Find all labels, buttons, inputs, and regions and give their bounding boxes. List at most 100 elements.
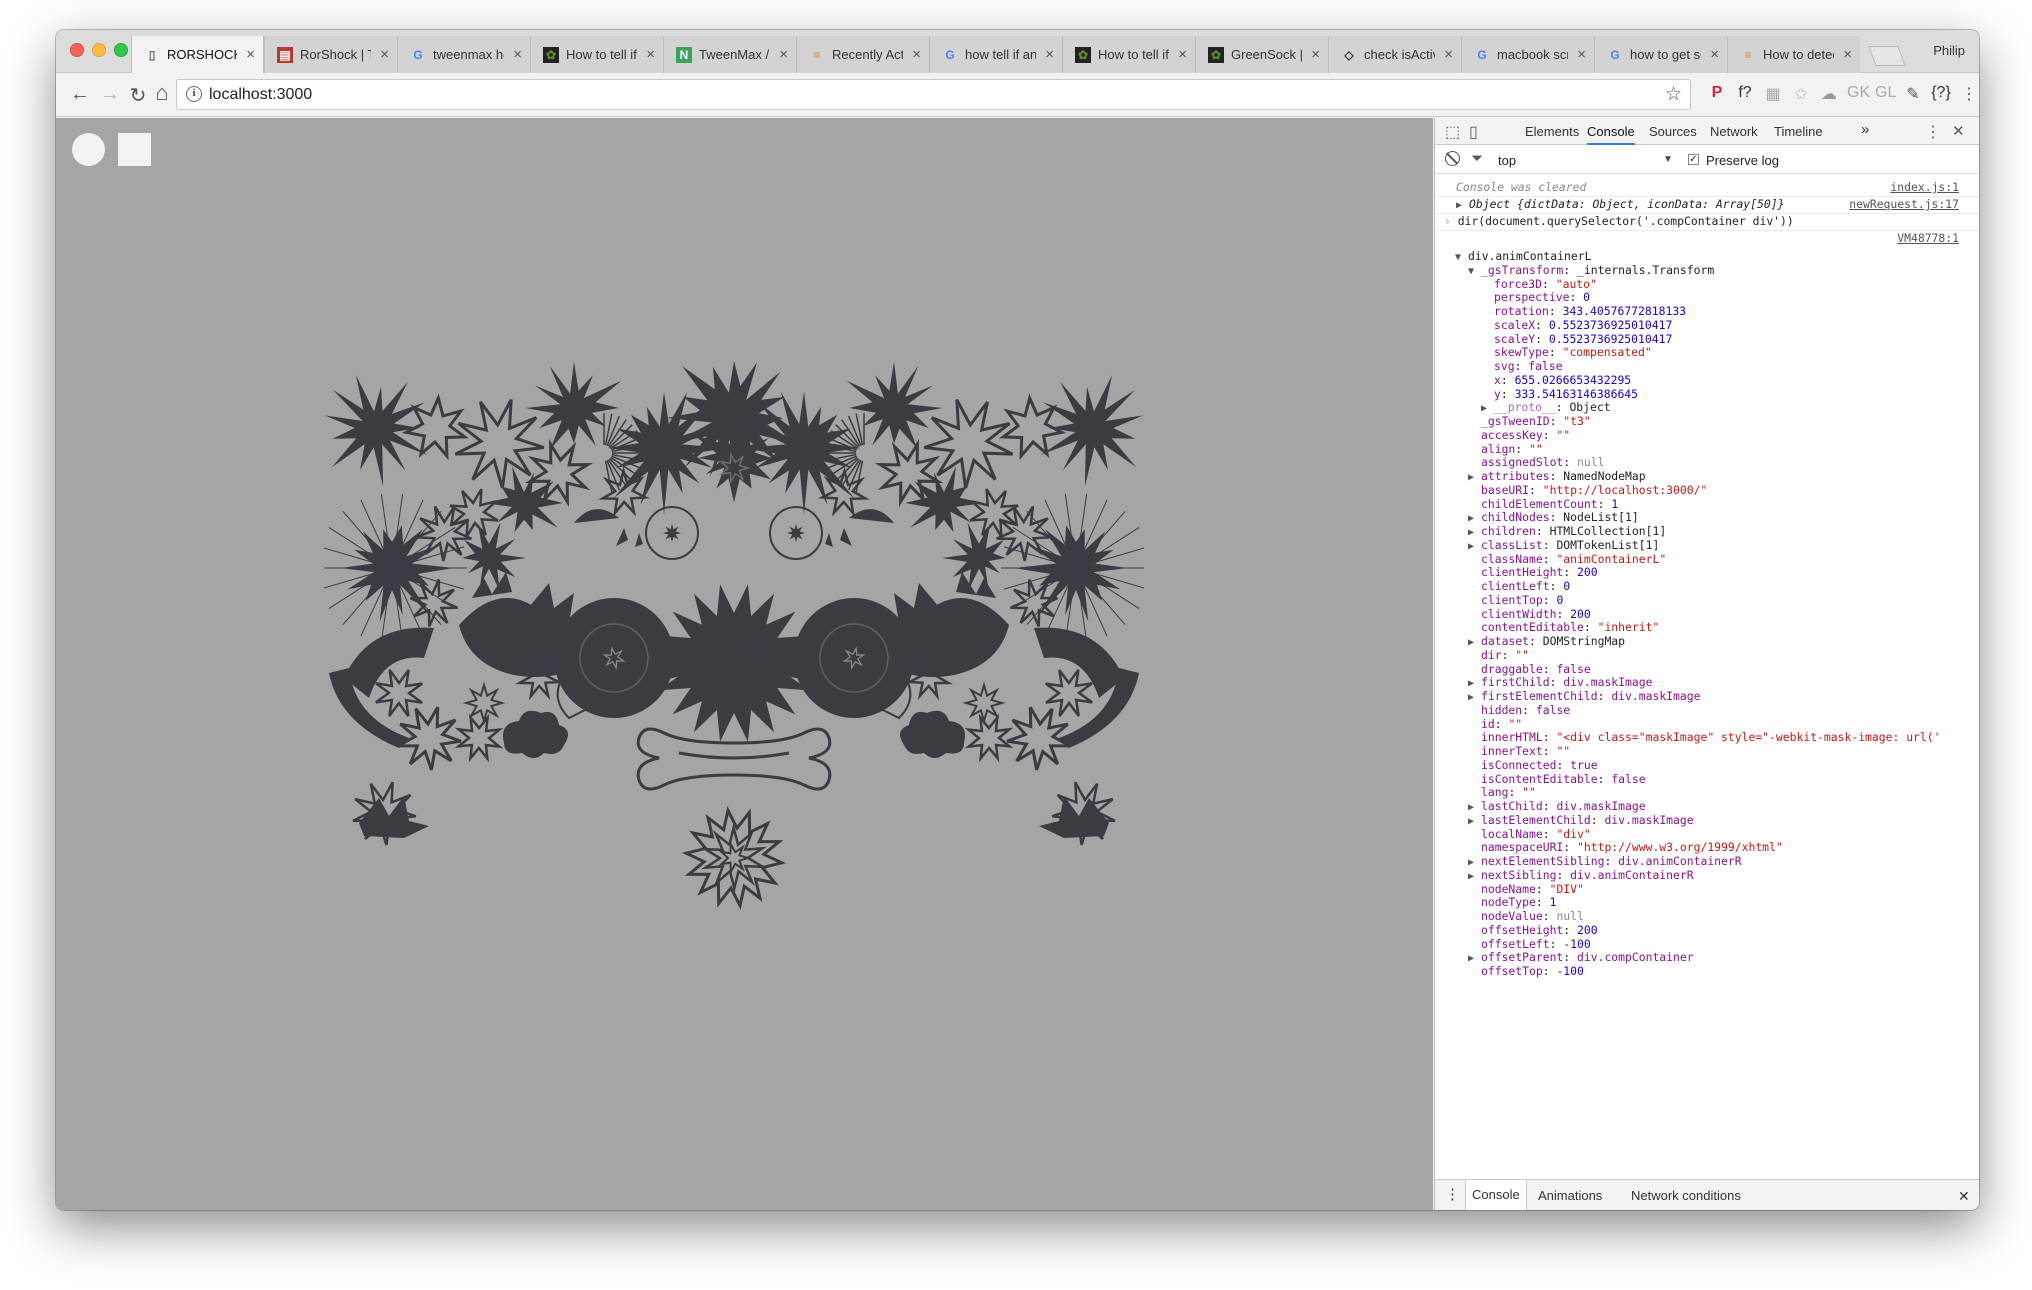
tree-row[interactable]: offsetHeight: 200	[1468, 923, 1598, 937]
drawer-tab-network-conditions[interactable]: Network conditions	[1631, 1188, 1741, 1203]
expand-triangle-icon[interactable]: ▶	[1468, 472, 1481, 483]
close-tab-icon[interactable]: ×	[1178, 46, 1187, 63]
tree-row[interactable]: nodeType: 1	[1468, 895, 1556, 909]
tree-row[interactable]: dir: ""	[1468, 648, 1529, 662]
bookmark-star-icon[interactable]: ☆	[1665, 83, 1682, 106]
device-toolbar-icon[interactable]: ▯	[1469, 122, 1478, 142]
tree-row[interactable]: nodeValue: null	[1468, 909, 1584, 923]
tab-6[interactable]: ≡ Recently Activ ×	[796, 36, 929, 73]
tree-row[interactable]: clientLeft: 0	[1468, 579, 1570, 593]
expand-triangle-icon[interactable]: ▼	[1468, 266, 1481, 277]
clear-console-icon[interactable]	[1445, 151, 1460, 166]
tree-row[interactable]: ▶ nextElementSibling: div.animContainerR	[1468, 854, 1742, 868]
drawer-tab-console[interactable]: Console	[1465, 1180, 1527, 1210]
tree-row[interactable]: clientTop: 0	[1468, 593, 1563, 607]
tree-row[interactable]: x: 655.0266653432295	[1481, 373, 1631, 387]
tab-4[interactable]: ✿ How to tell if G ×	[530, 36, 663, 73]
tree-row[interactable]: ▶ firstElementChild: div.maskImage	[1468, 689, 1700, 703]
tab-7[interactable]: Ghow tell if any ×	[929, 36, 1062, 73]
tree-row[interactable]: accessKey: ""	[1468, 428, 1570, 442]
context-selector[interactable]: top	[1498, 153, 1516, 168]
tab-13[interactable]: ≡ How to detect ×	[1727, 36, 1860, 73]
tree-row[interactable]: ▼ div.animContainerL	[1455, 249, 1591, 263]
square-button[interactable]	[118, 133, 151, 166]
source-link[interactable]: index.js:1	[1890, 180, 1959, 194]
minimize-window-button[interactable]	[92, 43, 106, 57]
filter-icon[interactable]: ⏷	[1471, 150, 1483, 167]
tree-row[interactable]: draggable: false	[1468, 662, 1591, 676]
devtools-tab-sources[interactable]: Sources	[1649, 124, 1697, 139]
close-tab-icon[interactable]: ×	[1045, 46, 1054, 63]
tree-row[interactable]: ▶ children: HTMLCollection[1]	[1468, 524, 1666, 538]
devtools-tab-timeline[interactable]: Timeline	[1774, 124, 1823, 139]
source-link[interactable]: VM48778:1	[1897, 231, 1959, 245]
devtools-tab-network[interactable]: Network	[1710, 124, 1758, 139]
tree-row[interactable]: lang: ""	[1468, 785, 1536, 799]
tree-row[interactable]: className: "animContainerL"	[1468, 552, 1666, 566]
forward-button[interactable]: →	[98, 83, 122, 106]
tree-row[interactable]: assignedSlot: null	[1468, 455, 1604, 469]
tab-12[interactable]: Ghow to get scr ×	[1594, 36, 1727, 73]
tree-row[interactable]: ▶ dataset: DOMStringMap	[1468, 634, 1625, 648]
tree-row[interactable]: isConnected: true	[1468, 758, 1598, 772]
expand-triangle-icon[interactable]: ▶	[1468, 637, 1481, 648]
tree-row[interactable]: ▶ childNodes: NodeList[1]	[1468, 510, 1639, 524]
extension-icon-6[interactable]: GK	[1847, 84, 1870, 102]
close-tab-icon[interactable]: ×	[246, 46, 255, 63]
home-button[interactable]: ⌂	[150, 80, 174, 106]
tab-9[interactable]: ✿ GreenSock | D ×	[1195, 36, 1328, 73]
profile-button[interactable]: Philip	[1933, 43, 1965, 58]
drawer-close-icon[interactable]: ✕	[1958, 1188, 1970, 1205]
tab-5[interactable]: N TweenMax / G ×	[663, 36, 796, 73]
tree-row[interactable]: skewType: "compensated"	[1481, 345, 1652, 359]
extension-icon-10[interactable]: ⋮	[1959, 84, 1979, 104]
extension-icon-5[interactable]: ☁	[1819, 84, 1839, 104]
expand-triangle-icon[interactable]: ▶	[1468, 816, 1481, 827]
close-tab-icon[interactable]: ×	[912, 46, 921, 63]
tree-row[interactable]: ▶ lastChild: div.maskImage	[1468, 799, 1646, 813]
tree-row[interactable]: align: ""	[1468, 442, 1543, 456]
tree-row[interactable]: offsetTop: -100	[1468, 964, 1584, 978]
tree-row[interactable]: force3D: "auto"	[1481, 277, 1597, 291]
maximize-window-button[interactable]	[114, 43, 128, 57]
tree-row[interactable]: ▶ lastElementChild: div.maskImage	[1468, 813, 1694, 827]
extension-icon-9[interactable]: {?}	[1931, 84, 1951, 102]
tab-1[interactable]: ▯ RORSHOCK ×	[131, 36, 264, 73]
expand-triangle-icon[interactable]: ▶	[1468, 802, 1481, 813]
tree-row[interactable]: rotation: 343.40576772818133	[1481, 304, 1686, 318]
tab-3[interactable]: Gtweenmax hov ×	[397, 36, 530, 73]
tree-row[interactable]: ▶ offsetParent: div.compContainer	[1468, 950, 1694, 964]
devtools-menu-icon[interactable]: ⋮	[1925, 122, 1941, 142]
tree-row[interactable]: ▶ attributes: NamedNodeMap	[1468, 469, 1646, 483]
new-tab-button[interactable]	[1868, 46, 1906, 66]
expand-triangle-icon[interactable]: ▶	[1456, 200, 1469, 211]
tree-row[interactable]: clientWidth: 200	[1468, 607, 1591, 621]
devtools-close-icon[interactable]: ✕	[1952, 122, 1965, 140]
address-bar[interactable]: i localhost:3000 ☆	[176, 79, 1691, 110]
close-tab-icon[interactable]: ×	[1710, 46, 1719, 63]
tab-11[interactable]: Gmacbook scre ×	[1461, 36, 1594, 73]
expand-triangle-icon[interactable]: ▶	[1468, 527, 1481, 538]
expand-triangle-icon[interactable]: ▶	[1468, 857, 1481, 868]
extension-icon-4[interactable]: ✩	[1791, 84, 1811, 104]
tree-row[interactable]: isContentEditable: false	[1468, 772, 1646, 786]
tree-row[interactable]: childElementCount: 1	[1468, 497, 1618, 511]
reload-button[interactable]: ↻	[126, 83, 150, 108]
preserve-log-checkbox[interactable]: ✓	[1688, 154, 1699, 165]
circle-button[interactable]	[72, 133, 105, 166]
tree-row[interactable]: scaleX: 0.5523736925010417	[1481, 318, 1672, 332]
tree-row[interactable]: scaleY: 0.5523736925010417	[1481, 332, 1672, 346]
source-link[interactable]: newRequest.js:17	[1849, 197, 1959, 211]
close-tab-icon[interactable]: ×	[1843, 46, 1852, 63]
expand-triangle-icon[interactable]: ▶	[1468, 953, 1481, 964]
tree-row[interactable]: offsetLeft: -100	[1468, 937, 1591, 951]
tree-row[interactable]: ▼ _gsTransform: _internals.Transform	[1468, 263, 1714, 277]
extension-icon-7[interactable]: GL	[1875, 84, 1896, 102]
info-icon[interactable]: i	[186, 86, 202, 102]
tree-row[interactable]: innerHTML: "<div class="maskImage" style…	[1468, 730, 1941, 744]
close-tab-icon[interactable]: ×	[1577, 46, 1586, 63]
tree-row[interactable]: _gsTweenID: "t3"	[1468, 414, 1591, 428]
expand-triangle-icon[interactable]: ▼	[1455, 252, 1468, 263]
close-window-button[interactable]	[70, 43, 84, 57]
tree-row[interactable]: svg: false	[1481, 359, 1563, 373]
